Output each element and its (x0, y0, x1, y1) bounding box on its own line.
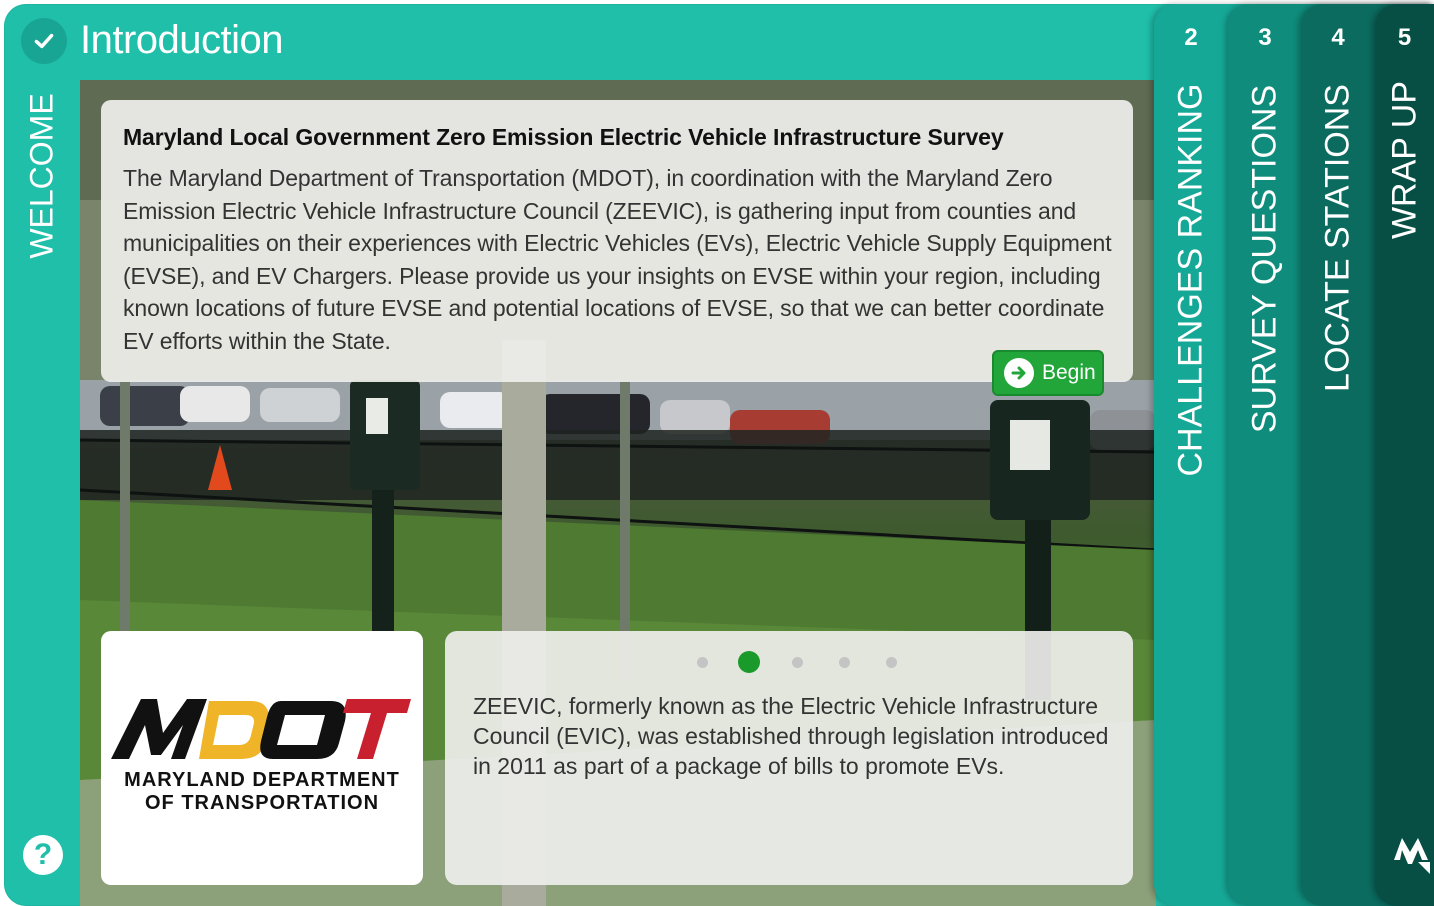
carousel-dots (697, 651, 933, 673)
fact-carousel-card: ZEEVIC, formerly known as the Electric V… (445, 631, 1133, 885)
begin-label: Begin (1042, 361, 1096, 384)
tab-number: 2 (1184, 24, 1198, 51)
page-title: Introduction (80, 18, 284, 62)
carousel-text: ZEEVIC, formerly known as the Electric V… (473, 693, 1109, 779)
tab-label: CHALLENGES RANKING (1171, 83, 1210, 477)
mdot-logo (111, 699, 411, 759)
tab-number: 3 (1258, 24, 1272, 51)
arrow-right-icon (1004, 358, 1034, 388)
carousel-dot[interactable] (697, 656, 708, 668)
tab-number: 5 (1397, 24, 1412, 51)
mdot-brand-icon (1394, 838, 1430, 874)
survey-description: The Maryland Department of Transportatio… (123, 165, 1112, 354)
survey-title: Maryland Local Government Zero Emission … (123, 124, 1004, 150)
survey-app: Introduction WELCOME ? 2 CHALLENGES RANK… (4, 4, 1434, 906)
carousel-dot[interactable] (886, 656, 897, 668)
mdot-logo-card: MARYLAND DEPARTMENT OF TRANSPORTATION (101, 631, 423, 885)
begin-button[interactable]: Begin (992, 350, 1104, 396)
tab-number: 4 (1331, 24, 1345, 51)
logo-line-2: OF TRANSPORTATION (144, 792, 380, 814)
tab-wrap-up[interactable]: 5 WRAP UP (1375, 4, 1434, 906)
logo-line-1: MARYLAND DEPARTMENT (124, 769, 400, 791)
tab-label: LOCATE STATIONS (1318, 84, 1357, 392)
help-icon[interactable]: ? (23, 835, 63, 875)
tab-label: SURVEY QUESTIONS (1245, 84, 1284, 434)
carousel-dot-active[interactable] (738, 651, 760, 673)
tab-label: WRAP UP (1385, 80, 1423, 240)
tab-welcome-label: WELCOME (23, 93, 60, 259)
tab-welcome[interactable]: WELCOME (22, 86, 62, 266)
check-icon (21, 18, 67, 64)
intro-card: Maryland Local Government Zero Emission … (101, 100, 1133, 382)
carousel-dot[interactable] (839, 656, 850, 668)
carousel-dot[interactable] (792, 656, 803, 668)
